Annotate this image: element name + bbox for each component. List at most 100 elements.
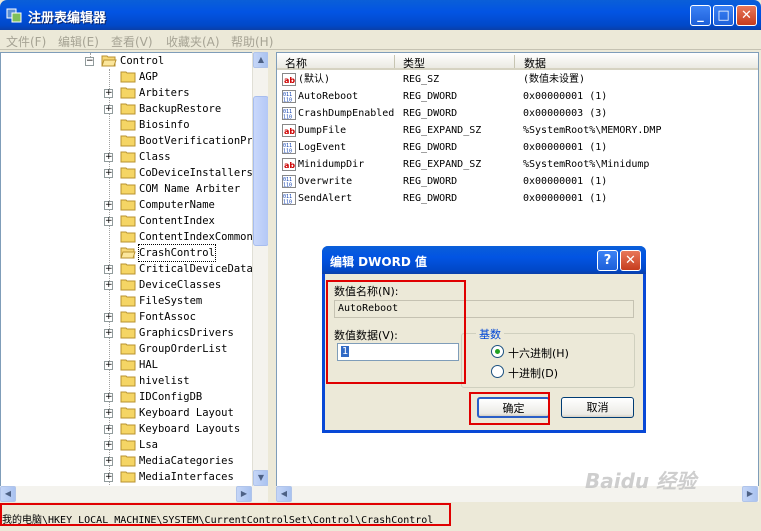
tree-item[interactable]: + ComputerName <box>1 197 251 213</box>
collapse-icon[interactable]: − <box>85 57 94 66</box>
tree-item[interactable]: + HAL <box>1 357 251 373</box>
tree-item[interactable]: + BackupRestore <box>1 101 251 117</box>
list-item[interactable]: ab DumpFile REG_EXPAND_SZ %SystemRoot%\MEMO… <box>277 122 758 139</box>
list-item[interactable]: ab (默认) REG_SZ (数值未设置) <box>277 71 758 88</box>
tree-item-label: ContentIndexCommon <box>139 231 253 243</box>
folder-icon <box>120 438 136 451</box>
column-separator[interactable] <box>514 55 515 68</box>
scroll-up-arrow-icon[interactable]: ▲ <box>253 52 269 68</box>
menu-edit[interactable]: 编辑(E) <box>58 33 99 50</box>
expand-icon[interactable]: + <box>104 169 113 178</box>
folder-icon <box>120 150 136 163</box>
cancel-button[interactable]: 取消 <box>561 397 634 418</box>
tree-horizontal-scrollbar[interactable]: ◀ ▶ <box>0 486 268 502</box>
expand-icon[interactable]: + <box>104 313 113 322</box>
expand-icon[interactable]: + <box>104 409 113 418</box>
value-type: REG_EXPAND_SZ <box>403 159 482 170</box>
tree-item[interactable]: + ContentIndex <box>1 213 251 229</box>
tree-item[interactable]: + Arbiters <box>1 85 251 101</box>
binary-value-icon: 011 110 <box>282 90 296 104</box>
tree-item[interactable]: ContentIndexCommon <box>1 229 253 245</box>
scroll-down-arrow-icon[interactable]: ▼ <box>253 470 269 486</box>
list-item[interactable]: 011 110 Overwrite REG_DWORD 0x00000001 (1) <box>277 173 758 190</box>
dialog-help-button[interactable]: ? <box>597 250 618 271</box>
expand-icon[interactable]: + <box>104 265 113 274</box>
list-item[interactable]: 011 110 AutoReboot REG_DWORD 0x00000001 (1) <box>277 88 758 105</box>
pane-splitter[interactable] <box>268 52 276 502</box>
folder-icon <box>120 118 136 131</box>
value-type: REG_SZ <box>403 74 440 85</box>
maximize-button[interactable]: □ <box>713 5 734 26</box>
tree-item[interactable]: FileSystem <box>1 293 251 309</box>
column-name-header[interactable]: 名称 <box>285 55 307 71</box>
dec-radio[interactable] <box>491 365 504 378</box>
scroll-left-arrow-icon[interactable]: ◀ <box>0 486 16 502</box>
tree-item[interactable]: CrashControl <box>1 244 251 262</box>
tree-item[interactable]: BootVerificationPro <box>1 133 259 149</box>
tree-item[interactable]: + Class <box>1 149 251 165</box>
tree-item[interactable]: + Keyboard Layout <box>1 405 251 421</box>
svg-text:110: 110 <box>283 200 292 206</box>
dialog-titlebar[interactable]: 编辑 DWORD 值 ? ✕ <box>322 246 646 274</box>
expand-icon[interactable]: + <box>104 89 113 98</box>
dialog-close-button[interactable]: ✕ <box>620 250 641 271</box>
tree-item[interactable]: + MediaCategories <box>1 453 251 469</box>
hex-radio-label[interactable]: 十六进制(H) <box>508 345 569 361</box>
tree-item[interactable]: AGP <box>1 69 251 85</box>
expand-icon[interactable]: + <box>104 457 113 466</box>
dec-radio-label[interactable]: 十进制(D) <box>508 365 558 381</box>
expand-icon[interactable]: + <box>104 329 113 338</box>
expand-icon[interactable]: + <box>104 361 113 370</box>
tree-item-label: HAL <box>139 359 158 371</box>
window-titlebar[interactable]: 注册表编辑器 _ □ ✕ <box>0 0 761 30</box>
tree-item[interactable]: GroupOrderList <box>1 341 251 357</box>
tree-item[interactable]: + DeviceClasses <box>1 277 251 293</box>
expand-icon[interactable]: + <box>104 281 113 290</box>
scroll-right-arrow-icon[interactable]: ▶ <box>236 486 252 502</box>
tree-item[interactable]: + IDConfigDB <box>1 389 251 405</box>
scroll-thumb[interactable] <box>253 96 269 246</box>
tree-item[interactable]: + CriticalDeviceDatab <box>1 261 259 277</box>
tree-item[interactable]: + Lsa <box>1 437 251 453</box>
tree-item-label: GraphicsDrivers <box>139 327 234 339</box>
expand-icon[interactable]: + <box>104 425 113 434</box>
string-value-icon: ab <box>282 73 296 86</box>
expand-icon[interactable]: + <box>104 441 113 450</box>
dialog-title: 编辑 DWORD 值 <box>330 255 427 269</box>
minimize-button[interactable]: _ <box>690 5 711 26</box>
tree-item[interactable]: Biosinfo <box>1 117 251 133</box>
expand-icon[interactable]: + <box>104 473 113 482</box>
expand-icon[interactable]: + <box>104 217 113 226</box>
tree-item[interactable]: + CoDeviceInstallers <box>1 165 253 181</box>
column-separator[interactable] <box>394 55 395 68</box>
menu-favorites[interactable]: 收藏夹(A) <box>166 33 220 50</box>
close-button[interactable]: ✕ <box>736 5 757 26</box>
list-item[interactable]: 011 110 SendAlert REG_DWORD 0x00000001 (1) <box>277 190 758 207</box>
tree-item[interactable]: + MediaInterfaces <box>1 469 251 485</box>
column-type-header[interactable]: 类型 <box>403 55 425 71</box>
tree-vertical-scrollbar[interactable]: ▲ ▼ <box>252 52 269 486</box>
expand-icon[interactable]: + <box>104 201 113 210</box>
column-data-header[interactable]: 数据 <box>524 55 546 71</box>
registry-tree[interactable]: − Control AGP + Arbiters + BackupRestore Biosin… <box>0 52 268 502</box>
tree-item-control[interactable]: − Control <box>1 53 251 69</box>
list-item[interactable]: ab MinidumpDir REG_EXPAND_SZ %SystemRoot%\M… <box>277 156 758 173</box>
menu-file[interactable]: 文件(F) <box>6 33 46 50</box>
menu-view[interactable]: 查看(V) <box>111 33 153 50</box>
tree-item[interactable]: COM Name Arbiter <box>1 181 251 197</box>
expand-icon[interactable]: + <box>104 153 113 162</box>
menu-help[interactable]: 帮助(H) <box>231 33 273 50</box>
value-type: REG_DWORD <box>403 91 458 102</box>
tree-item[interactable]: hivelist <box>1 373 251 389</box>
hex-radio[interactable] <box>491 345 504 358</box>
expand-icon[interactable]: + <box>104 393 113 402</box>
tree-item[interactable]: + Keyboard Layouts <box>1 421 251 437</box>
scroll-left-arrow-icon[interactable]: ◀ <box>276 486 292 502</box>
list-item[interactable]: 011 110 CrashDumpEnabled REG_DWORD 0x0000000… <box>277 105 758 122</box>
expand-icon[interactable]: + <box>104 105 113 114</box>
tree-item[interactable]: + GraphicsDrivers <box>1 325 251 341</box>
folder-icon <box>120 422 136 435</box>
svg-text:ab: ab <box>284 161 295 170</box>
list-item[interactable]: 011 110 LogEvent REG_DWORD 0x00000001 (1) <box>277 139 758 156</box>
tree-item[interactable]: + FontAssoc <box>1 309 251 325</box>
